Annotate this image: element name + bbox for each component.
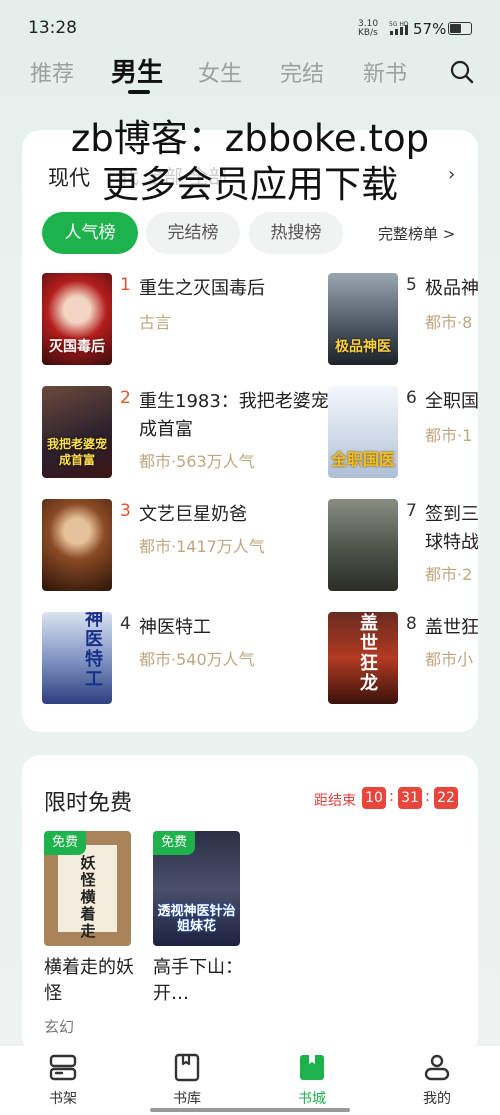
- rank-number: 8: [406, 614, 417, 634]
- nav-library[interactable]: 书库: [147, 1052, 227, 1108]
- tab-female[interactable]: 女生: [198, 56, 242, 88]
- book-cover: 极品神医: [328, 273, 398, 365]
- active-tab-indicator: [128, 90, 150, 94]
- free-badge: 免费: [44, 831, 86, 855]
- countdown-separator: :: [425, 787, 431, 805]
- tab-completed[interactable]: 完结: [280, 56, 324, 88]
- book-title: 签到三球特战: [425, 504, 478, 553]
- cover-title: 妖怪横着走: [80, 854, 96, 940]
- countdown-seconds: 22: [434, 787, 458, 809]
- ranking-card: 现代 代 全部 全部 › 人气榜 完结榜 热搜榜 完整榜单 > 灭国毒后 1 重…: [22, 130, 478, 732]
- nav-bookshelf[interactable]: 书架: [23, 1052, 103, 1108]
- tab-new-books[interactable]: 新书: [363, 56, 407, 88]
- book-cover: 透视神医针治姐妹花 免费: [153, 831, 240, 946]
- nav-label: 我的: [423, 1091, 451, 1107]
- book-meta: 都市·8: [425, 313, 473, 332]
- nav-label: 书架: [49, 1091, 77, 1107]
- free-section-title: 限时免费: [44, 791, 133, 816]
- book-meta: 都市·2: [425, 565, 473, 584]
- book-title: 全职国: [425, 391, 478, 412]
- book-meta: 都市小: [425, 650, 474, 669]
- countdown-separator: :: [389, 787, 395, 805]
- signal-icon: 5G HD: [389, 21, 409, 35]
- countdown-hours: 10: [362, 787, 386, 809]
- book-meta: 都市·1: [425, 426, 473, 445]
- bottom-nav: 书架 书库 书城 我的: [0, 1046, 500, 1115]
- rank-number: 5: [406, 275, 417, 295]
- nav-label: 书城: [298, 1091, 326, 1107]
- rank-item[interactable]: 极品神医 5 极品神 都市·8: [328, 273, 478, 367]
- nav-label: 书库: [173, 1091, 201, 1107]
- status-time: 13:28: [28, 18, 77, 38]
- free-section-card: 限时免费 距结束 10 : 31 : 22 妖怪横着走 免费 横着走的妖怪 玄幻…: [22, 755, 478, 1055]
- network-speed: 3.10 KB/s: [358, 20, 378, 38]
- rank-item[interactable]: 盖世狂龙 8 盖世狂 都市小: [328, 612, 478, 706]
- status-bar: 13:28 3.10 KB/s 5G HD 57%: [0, 0, 500, 58]
- top-tab-bar: 推荐 男生 女生 完结 新书: [0, 52, 500, 96]
- battery-icon: [448, 22, 472, 35]
- cover-title: 全职国医: [330, 450, 395, 469]
- book-title: 极品神: [425, 278, 478, 299]
- book-cover: 全职国医: [328, 386, 398, 478]
- profile-icon: [424, 1054, 450, 1081]
- countdown-minutes: 31: [398, 787, 422, 809]
- network-speed-unit: KB/s: [358, 28, 378, 38]
- rank-item[interactable]: 全职国医 6 全职国 都市·1: [328, 386, 478, 480]
- tab-male[interactable]: 男生: [111, 52, 163, 89]
- book-cover: [328, 499, 398, 591]
- rank-right-column: 极品神医 5 极品神 都市·8 全职国医 6 全职国 都市·1 7 签到三球特战…: [22, 130, 478, 732]
- countdown-label: 距结束: [314, 793, 356, 809]
- nav-bookstore[interactable]: 书城: [272, 1052, 352, 1108]
- cover-title: 透视神医针治姐妹花: [157, 904, 236, 934]
- rank-item[interactable]: 7 签到三球特战 都市·2: [328, 499, 478, 593]
- battery-percent: 57%: [413, 20, 447, 38]
- library-icon: [174, 1053, 200, 1082]
- nav-profile[interactable]: 我的: [397, 1052, 477, 1108]
- cover-title: 盖世狂龙: [360, 613, 378, 694]
- book-title: 盖世狂: [425, 617, 478, 638]
- book-cover: 盖世狂龙: [328, 612, 398, 704]
- free-book-title: 横着走的妖怪: [44, 957, 134, 1004]
- rank-number: 6: [406, 388, 417, 408]
- cover-title: 极品神医: [335, 339, 391, 355]
- free-badge: 免费: [153, 831, 195, 855]
- bookshelf-icon: [49, 1054, 77, 1081]
- tab-recommend[interactable]: 推荐: [30, 56, 74, 88]
- book-cover: 妖怪横着走 免费: [44, 831, 131, 946]
- bookstore-icon: [300, 1055, 324, 1080]
- free-book-title: 高手下山：开…: [153, 957, 243, 1004]
- free-book-genre: 玄幻: [44, 1018, 75, 1036]
- home-indicator[interactable]: [150, 1108, 350, 1112]
- search-icon[interactable]: [450, 60, 474, 84]
- rank-number: 7: [406, 501, 417, 521]
